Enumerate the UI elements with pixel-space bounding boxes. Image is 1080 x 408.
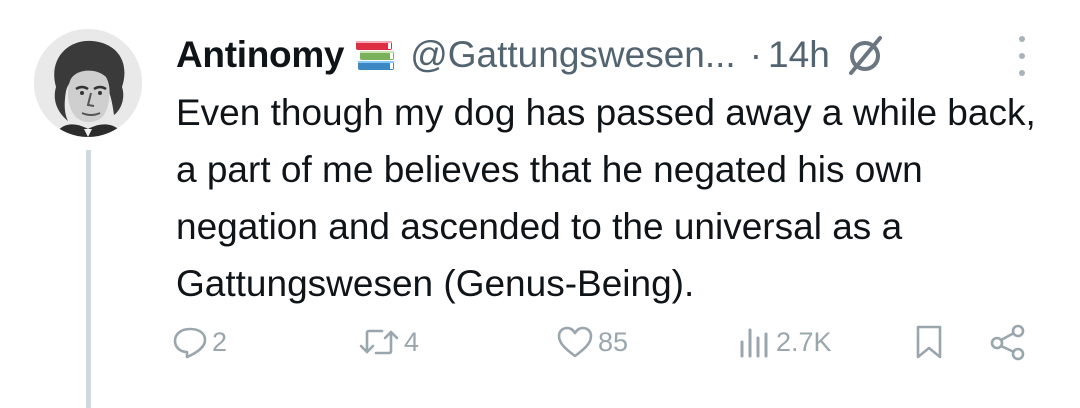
bookmark-button[interactable] xyxy=(912,318,946,366)
empty-set-icon[interactable] xyxy=(844,33,888,77)
tweet-header: Antinomy @Gattungswesen... · 14h xyxy=(176,30,888,80)
tweet-text: Even though my dog has passed away a whi… xyxy=(176,92,1036,304)
bookmark-icon xyxy=(916,325,942,359)
like-button[interactable]: 85 xyxy=(556,318,628,366)
reply-button[interactable]: 2 xyxy=(172,318,227,366)
user-handle[interactable]: @Gattungswesen... xyxy=(410,34,736,76)
reply-icon xyxy=(173,327,207,359)
retweet-icon xyxy=(359,329,399,355)
reply-count: 2 xyxy=(212,326,228,357)
share-button[interactable] xyxy=(988,318,1028,366)
views-button[interactable]: 2.7K xyxy=(736,318,832,366)
heart-icon xyxy=(557,326,593,358)
separator-dot: · xyxy=(749,34,763,75)
tweet[interactable]: Antinomy @Gattungswesen... · 14h Even th… xyxy=(0,0,1080,408)
views-chart-icon xyxy=(740,328,768,358)
share-icon xyxy=(990,324,1025,361)
like-count: 85 xyxy=(598,326,629,357)
views-count: 2.7K xyxy=(776,326,832,357)
avatar-portrait-image xyxy=(34,29,142,137)
display-name[interactable]: Antinomy xyxy=(176,34,345,76)
retweet-button[interactable]: 4 xyxy=(358,318,419,366)
timestamp[interactable]: 14h xyxy=(768,34,830,76)
tweet-actions: 2 4 85 2.7K xyxy=(0,318,1080,366)
avatar[interactable] xyxy=(34,29,142,137)
retweet-count: 4 xyxy=(404,326,420,357)
books-emoji-icon xyxy=(354,37,398,73)
more-vertical-icon[interactable] xyxy=(1010,36,1034,76)
thread-line xyxy=(86,150,91,408)
